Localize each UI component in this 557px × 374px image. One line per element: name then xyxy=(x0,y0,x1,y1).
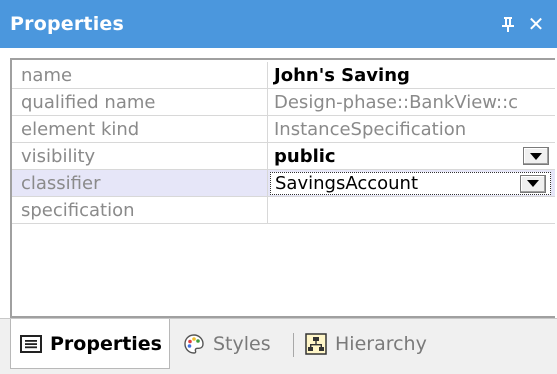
property-label: element kind xyxy=(12,116,268,142)
visibility-value: public xyxy=(274,145,336,167)
tab-hierarchy[interactable]: Hierarchy xyxy=(305,319,427,369)
panel-title-bar[interactable]: Properties ✕ xyxy=(0,0,557,48)
classifier-select[interactable]: SavingsAccount xyxy=(270,171,551,195)
close-icon[interactable]: ✕ xyxy=(525,13,547,35)
panel-title: Properties xyxy=(10,13,124,35)
panel-tab-bar: Properties Styles Hierarchy xyxy=(0,318,557,374)
tab-properties[interactable]: Properties xyxy=(10,319,170,369)
hierarchy-icon xyxy=(305,333,327,355)
visibility-select[interactable]: public xyxy=(268,143,555,169)
property-row-qualified-name[interactable]: qualified name Design-phase::BankView::c xyxy=(12,89,555,116)
tab-styles[interactable]: Styles xyxy=(183,319,271,369)
qualified-name-value: Design-phase::BankView::c xyxy=(274,91,519,113)
property-label: classifier xyxy=(12,170,268,196)
properties-list-icon xyxy=(20,334,42,353)
property-row-element-kind[interactable]: element kind InstanceSpecification xyxy=(12,116,555,143)
pin-icon[interactable] xyxy=(497,13,519,35)
property-row-name[interactable]: name John's Saving xyxy=(12,62,555,89)
property-label: qualified name xyxy=(12,89,268,115)
tab-label: Hierarchy xyxy=(335,333,427,355)
element-kind-value: InstanceSpecification xyxy=(274,118,467,140)
property-label: name xyxy=(12,62,268,88)
tab-label: Styles xyxy=(213,333,271,355)
property-label: specification xyxy=(12,197,268,223)
property-row-specification[interactable]: specification xyxy=(12,197,555,224)
property-row-classifier[interactable]: classifier SavingsAccount xyxy=(12,170,555,197)
chevron-down-icon xyxy=(527,180,539,187)
chevron-down-icon xyxy=(530,152,542,160)
property-row-visibility[interactable]: visibility public xyxy=(12,143,555,170)
name-value-field[interactable]: John's Saving xyxy=(268,62,555,88)
visibility-dropdown-button[interactable] xyxy=(523,147,549,165)
specification-value-field[interactable] xyxy=(268,197,555,223)
property-grid: name John's Saving qualified name Design… xyxy=(10,58,555,318)
properties-panel: Properties ✕ name John's Saving qualifie… xyxy=(0,0,557,374)
classifier-dropdown-button[interactable] xyxy=(520,174,546,193)
tab-separator xyxy=(293,333,294,357)
title-buttons: ✕ xyxy=(497,13,547,35)
classifier-value: SavingsAccount xyxy=(275,172,418,194)
property-label: visibility xyxy=(12,143,268,169)
palette-icon xyxy=(183,333,205,355)
tab-label: Properties xyxy=(50,332,162,355)
